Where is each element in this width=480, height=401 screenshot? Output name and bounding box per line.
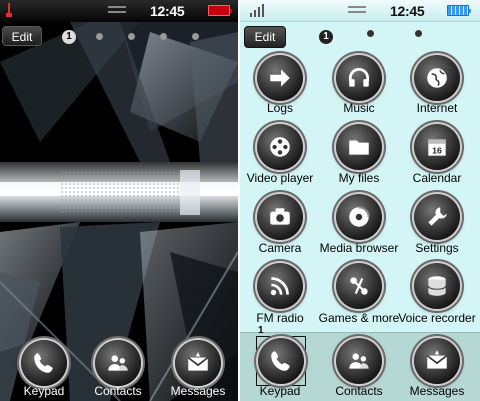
radio-waves-icon [270, 277, 289, 296]
contacts-icon [349, 353, 369, 369]
my-files-label: My files [338, 171, 380, 185]
right-phone-screen: 12:45 Edit 1 Logs Music Internet Video p… [240, 0, 480, 401]
internet-label: Internet [416, 101, 458, 115]
calendar-icon: 16 [428, 139, 446, 156]
media-disc-icon [349, 206, 370, 227]
keypad-label: Keypad [23, 384, 65, 398]
music-label: Music [343, 101, 375, 115]
games-app[interactable] [336, 263, 382, 309]
film-reel-icon [270, 137, 290, 157]
camera-app[interactable] [257, 194, 303, 240]
video-player-app[interactable] [257, 124, 303, 170]
calendar-app[interactable]: 16 [414, 124, 460, 170]
current-page-number[interactable]: 1 [62, 30, 76, 44]
camera-icon [270, 208, 290, 225]
contacts-icon [108, 355, 128, 371]
folder-icon [349, 140, 369, 155]
arrow-right-icon [270, 69, 290, 87]
phone-handset-icon [271, 351, 290, 371]
signal-strength-icon [250, 4, 266, 17]
music-app[interactable] [336, 55, 382, 101]
messages-label: Messages [170, 384, 226, 398]
settings-label: Settings [415, 241, 459, 255]
calendar-label: Calendar [412, 171, 462, 185]
internet-app[interactable] [414, 55, 460, 101]
media-browser-label: Media browser [319, 241, 399, 255]
left-phone-screen: 12:45 Edit 1 Keypad Contacts Messages [0, 0, 238, 401]
page-dot[interactable] [96, 33, 103, 40]
divider-icon [348, 11, 366, 13]
globe-icon [427, 68, 447, 88]
camera-label: Camera [258, 241, 302, 255]
my-files-app[interactable] [336, 124, 382, 170]
status-bar: 12:45 [240, 0, 480, 22]
current-page-number[interactable]: 1 [319, 30, 333, 44]
page-dot[interactable] [367, 30, 374, 37]
phone-handset-icon [34, 353, 53, 373]
voice-recorder-label: Voice recorder [398, 311, 476, 325]
divider-icon [108, 6, 126, 8]
page-dot[interactable] [415, 30, 422, 37]
messages-icon [187, 352, 209, 371]
messages-shortcut[interactable] [414, 338, 460, 384]
voice-recorder-app[interactable] [414, 263, 460, 309]
keypad-shortcut[interactable] [258, 338, 304, 384]
settings-app[interactable] [414, 194, 460, 240]
battery-icon [208, 5, 232, 16]
media-browser-app[interactable] [336, 194, 382, 240]
battery-icon [447, 5, 471, 16]
selection-index: 1 [258, 325, 264, 336]
fm-radio-app[interactable] [257, 263, 303, 309]
contacts-label: Contacts [335, 384, 383, 398]
page-indicator: 1 [240, 30, 480, 44]
signal-icon [6, 3, 12, 17]
page-dot[interactable] [128, 33, 135, 40]
contacts-label: Contacts [94, 384, 142, 398]
games-label: Games & more [318, 311, 400, 325]
clock: 12:45 [150, 3, 185, 19]
voice-recorder-icon [427, 276, 447, 296]
messages-icon [426, 350, 448, 369]
keypad-label: Keypad [259, 384, 301, 398]
clock: 12:45 [390, 3, 425, 19]
contacts-shortcut[interactable] [95, 340, 141, 386]
divider-icon [108, 11, 126, 13]
headphones-icon [348, 67, 370, 87]
page-indicator: 1 [0, 30, 238, 44]
page-dot[interactable] [192, 33, 199, 40]
page-dot[interactable] [160, 33, 167, 40]
messages-label: Messages [409, 384, 465, 398]
divider-icon [348, 6, 366, 8]
status-bar: 12:45 [0, 0, 238, 22]
logs-label: Logs [266, 101, 294, 115]
keypad-shortcut[interactable] [21, 340, 67, 386]
wrench-icon [428, 207, 447, 226]
messages-shortcut[interactable] [175, 340, 221, 386]
contacts-shortcut[interactable] [336, 338, 382, 384]
fm-radio-label: FM radio [256, 311, 304, 325]
games-icon [350, 277, 368, 295]
logs-app[interactable] [257, 55, 303, 101]
svg-text:16: 16 [432, 146, 442, 156]
video-player-label: Video player [246, 171, 314, 185]
